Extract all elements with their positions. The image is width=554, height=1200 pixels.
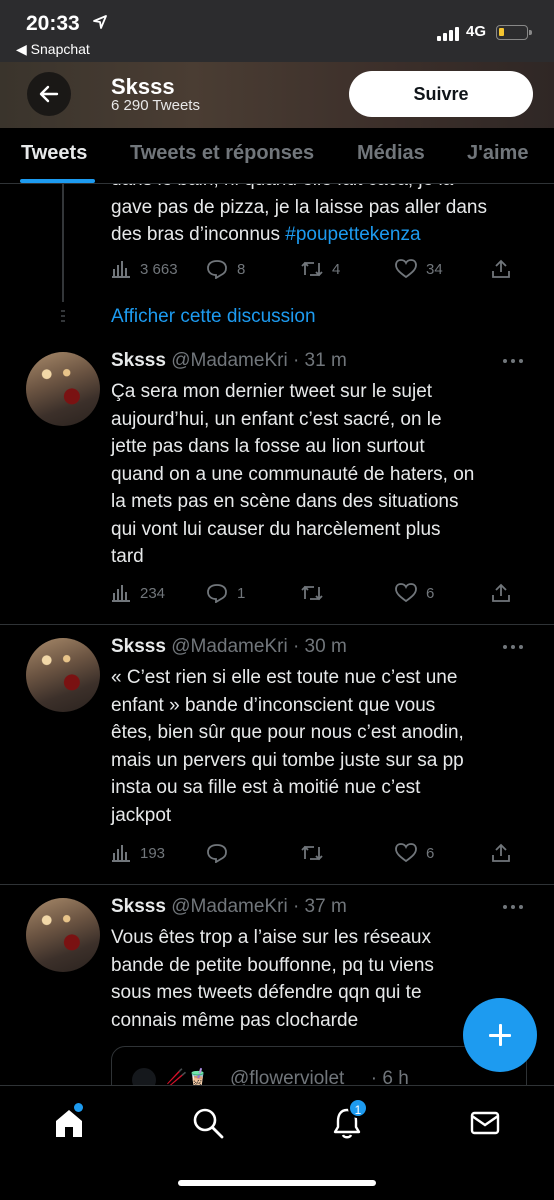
analytics-icon: [112, 845, 130, 862]
nav-messages[interactable]: [468, 1106, 504, 1142]
like-button[interactable]: 6: [395, 841, 434, 865]
nav-notifications[interactable]: 1: [330, 1098, 368, 1142]
mail-icon: [470, 1111, 500, 1135]
reply-button[interactable]: [206, 841, 228, 865]
analytics-icon: [112, 261, 130, 278]
author-name[interactable]: Sksss: [111, 636, 166, 657]
back-to-app-link[interactable]: ◀ Snapchat: [16, 41, 90, 58]
profile-tabs: Tweets Tweets et réponses Médias J'aime: [0, 128, 554, 184]
battery-icon: [496, 25, 532, 40]
home-indicator: [178, 1180, 376, 1186]
tweet-text: « C’est rien si elle est toute nue c’est…: [111, 667, 464, 826]
arrow-left-icon: [39, 85, 59, 103]
tweet-actions: 193 6: [111, 841, 531, 865]
share-button[interactable]: [491, 257, 511, 281]
retweet-button[interactable]: [301, 581, 323, 605]
retweet-icon: [301, 585, 323, 601]
more-options-icon[interactable]: [503, 905, 525, 911]
follow-button[interactable]: Suivre: [349, 71, 533, 117]
network-label: 4G: [466, 23, 487, 40]
retweet-icon: [301, 845, 323, 861]
thread-dots: [61, 310, 65, 324]
tab-likes[interactable]: J'aime: [467, 142, 528, 165]
retweet-button[interactable]: 4: [301, 257, 340, 281]
reply-button[interactable]: 8: [206, 257, 245, 281]
retweet-button[interactable]: [301, 841, 323, 865]
tweet-count: 6 290 Tweets: [111, 97, 200, 114]
nav-search[interactable]: [191, 1106, 227, 1142]
like-button[interactable]: 34: [395, 257, 443, 281]
nav-home[interactable]: [52, 1103, 88, 1142]
avatar[interactable]: [26, 898, 100, 972]
thread-line: [62, 184, 64, 302]
tweet-text: Vous êtes trop a l’aise sur les réseaux b…: [111, 927, 434, 1031]
back-button[interactable]: [27, 72, 71, 116]
location-arrow-icon: [93, 15, 107, 29]
tweet-meta: Sksss @MadameKri · 30 m: [111, 636, 347, 658]
retweet-icon: [301, 261, 323, 277]
author-name[interactable]: Sksss: [111, 350, 166, 371]
share-icon: [492, 583, 510, 602]
share-button[interactable]: [491, 581, 511, 605]
like-button[interactable]: 6: [395, 581, 434, 605]
views-button[interactable]: 193: [111, 841, 165, 865]
tweet-divider: [0, 884, 554, 885]
heart-icon: [395, 259, 417, 279]
tab-media[interactable]: Médias: [357, 142, 425, 165]
reply-button[interactable]: 1: [206, 581, 245, 605]
reply-icon: [207, 844, 227, 863]
author-handle: @MadameKri · 30 m: [171, 636, 347, 657]
tweet-meta: Sksss @MadameKri · 37 m: [111, 896, 347, 918]
compose-tweet-button[interactable]: [463, 998, 537, 1072]
clock: 20:33: [26, 12, 80, 35]
tweet-meta: Sksss @MadameKri · 31 m: [111, 350, 347, 372]
tweet-divider: [0, 624, 554, 625]
analytics-icon: [112, 585, 130, 602]
notifications-badge: 1: [348, 1098, 368, 1118]
active-tab-indicator: [20, 179, 95, 183]
tweet-actions: 234 1 6: [111, 581, 531, 605]
more-options-icon[interactable]: [503, 359, 525, 365]
reply-icon: [207, 260, 227, 279]
views-button[interactable]: 3 663: [111, 257, 178, 281]
reply-icon: [207, 584, 227, 603]
views-button[interactable]: 234: [111, 581, 165, 605]
tweet-actions: 3 663 8 4 34: [111, 257, 531, 281]
share-icon: [492, 843, 510, 862]
show-thread-link[interactable]: Afficher cette discussion: [111, 306, 316, 328]
more-options-icon[interactable]: [503, 645, 525, 651]
tab-tweets-replies[interactable]: Tweets et réponses: [130, 142, 314, 165]
profile-header: Sksss 6 290 Tweets Suivre: [0, 62, 554, 128]
avatar[interactable]: [26, 638, 100, 712]
search-icon: [193, 1108, 224, 1139]
avatar[interactable]: [26, 352, 100, 426]
share-icon: [492, 259, 510, 278]
tab-tweets[interactable]: Tweets: [21, 142, 87, 165]
heart-icon: [395, 843, 417, 863]
share-button[interactable]: [491, 841, 511, 865]
tweet-text: Ça sera mon dernier tweet sur le sujet au…: [111, 381, 475, 567]
signal-icon: [437, 27, 459, 41]
status-bar: 20:33 ◀ Snapchat 4G: [0, 0, 554, 62]
heart-icon: [395, 583, 417, 603]
author-handle: @MadameKri · 37 m: [171, 896, 347, 917]
author-handle: @MadameKri · 31 m: [171, 350, 347, 371]
author-name[interactable]: Sksss: [111, 896, 166, 917]
home-new-dot: [74, 1103, 83, 1112]
hashtag-link[interactable]: #poupettekenza: [285, 224, 420, 245]
